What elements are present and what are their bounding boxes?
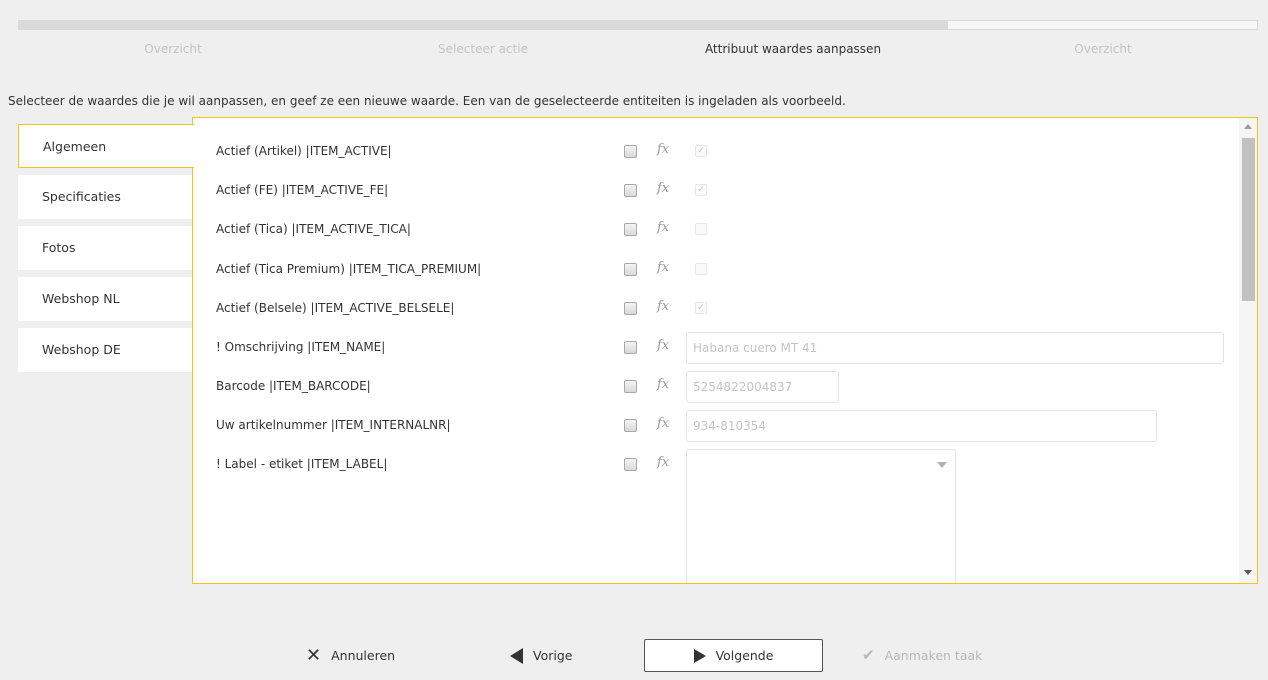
formula-icon[interactable]: fx (657, 299, 669, 314)
select-attribute-checkbox[interactable] (624, 458, 637, 471)
step-overview-2: Overzicht (1074, 42, 1132, 56)
select-attribute-checkbox[interactable] (624, 302, 637, 315)
article-number-input[interactable] (686, 410, 1157, 442)
tab-algemeen[interactable]: Algemeen (18, 124, 194, 168)
attribute-label: Uw artikelnummer |ITEM_INTERNALNR| (216, 418, 451, 432)
formula-icon[interactable]: fx (657, 220, 669, 235)
attribute-row: ! Label - etiket |ITEM_LABEL| fx (193, 449, 1233, 583)
formula-icon[interactable]: fx (657, 181, 669, 196)
attribute-row: Actief (Tica) |ITEM_ACTIVE_TICA| fx (193, 214, 1233, 244)
attribute-label: Actief (FE) |ITEM_ACTIVE_FE| (216, 183, 389, 197)
attribute-label: Actief (Artikel) |ITEM_ACTIVE| (216, 144, 392, 158)
formula-icon[interactable]: fx (657, 416, 669, 431)
panel-scrollbar[interactable] (1239, 118, 1257, 583)
close-icon: ✕ (306, 645, 322, 666)
formula-icon[interactable]: fx (657, 338, 669, 353)
attribute-row: ! Omschrijving |ITEM_NAME| fx (193, 332, 1233, 364)
attribute-row: Actief (Tica Premium) |ITEM_TICA_PREMIUM… (193, 254, 1233, 284)
attribute-label: ! Omschrijving |ITEM_NAME| (216, 340, 386, 354)
next-label: Volgende (715, 648, 774, 663)
scrollbar-thumb[interactable] (1242, 138, 1255, 301)
arrow-right-icon (693, 648, 706, 663)
select-attribute-checkbox[interactable] (624, 145, 637, 158)
create-task-button[interactable]: ✔ Aanmaken taak (862, 639, 982, 672)
attribute-label: Barcode |ITEM_BARCODE| (216, 379, 371, 393)
formula-icon[interactable]: fx (657, 260, 669, 275)
attribute-row: Actief (Belsele) |ITEM_ACTIVE_BELSELE| f… (193, 293, 1233, 323)
select-attribute-checkbox[interactable] (624, 263, 637, 276)
step-select-action: Selecteer actie (438, 42, 528, 56)
description-input[interactable] (686, 332, 1224, 364)
cancel-label: Annuleren (331, 648, 396, 663)
previous-label: Vorige (533, 648, 573, 663)
checkmark-icon: ✔ (862, 646, 875, 664)
label-select[interactable] (686, 449, 956, 583)
select-attribute-checkbox[interactable] (624, 223, 637, 236)
wizard-steps: Overzicht Selecteer actie Attribuut waar… (18, 42, 1258, 60)
attribute-label: Actief (Tica) |ITEM_ACTIVE_TICA| (216, 222, 411, 236)
tab-webshop-de[interactable]: Webshop DE (18, 328, 194, 372)
tab-fotos[interactable]: Fotos (18, 226, 194, 270)
formula-icon[interactable]: fx (657, 377, 669, 392)
next-button[interactable]: Volgende (644, 639, 823, 672)
wizard-progress-fill (19, 21, 948, 29)
attribute-label: Actief (Tica Premium) |ITEM_TICA_PREMIUM… (216, 262, 482, 276)
select-attribute-checkbox[interactable] (624, 184, 637, 197)
attribute-row: Barcode |ITEM_BARCODE| fx (193, 371, 1233, 403)
previous-button[interactable]: Vorige (510, 639, 572, 672)
attribute-label: Actief (Belsele) |ITEM_ACTIVE_BELSELE| (216, 301, 455, 315)
step-edit-attribute-values: Attribuut waardes aanpassen (704, 42, 882, 56)
formula-icon[interactable]: fx (657, 455, 669, 470)
value-checkbox (695, 263, 707, 275)
barcode-input[interactable] (686, 371, 839, 403)
chevron-down-icon[interactable] (937, 462, 947, 468)
wizard-progress-bar (18, 20, 1258, 30)
intro-text: Selecteer de waardes die je wil aanpasse… (8, 94, 846, 108)
attributes-panel: Actief (Artikel) |ITEM_ACTIVE| fx ✓ Acti… (192, 117, 1258, 584)
value-checkbox: ✓ (695, 184, 707, 196)
arrow-left-icon (510, 647, 523, 664)
attribute-row: Actief (Artikel) |ITEM_ACTIVE| fx ✓ (193, 136, 1233, 166)
scroll-up-icon[interactable] (1244, 124, 1252, 129)
value-checkbox: ✓ (695, 145, 707, 157)
scroll-down-icon[interactable] (1244, 570, 1252, 575)
select-attribute-checkbox[interactable] (624, 419, 637, 432)
formula-icon[interactable]: fx (657, 142, 669, 157)
value-checkbox (695, 223, 707, 235)
create-task-label: Aanmaken taak (884, 648, 983, 663)
value-checkbox: ✓ (695, 302, 707, 314)
select-attribute-checkbox[interactable] (624, 341, 637, 354)
attribute-group-tabs: Algemeen Specificaties Fotos Webshop NL … (18, 124, 194, 379)
tab-webshop-nl[interactable]: Webshop NL (18, 277, 194, 321)
tab-specificaties[interactable]: Specificaties (18, 175, 194, 219)
attribute-label: ! Label - etiket |ITEM_LABEL| (216, 457, 388, 471)
step-overview-1: Overzicht (144, 42, 202, 56)
cancel-button[interactable]: ✕ Annuleren (306, 639, 395, 672)
attribute-row: Actief (FE) |ITEM_ACTIVE_FE| fx ✓ (193, 175, 1233, 205)
select-attribute-checkbox[interactable] (624, 380, 637, 393)
attribute-row: Uw artikelnummer |ITEM_INTERNALNR| fx (193, 410, 1233, 442)
